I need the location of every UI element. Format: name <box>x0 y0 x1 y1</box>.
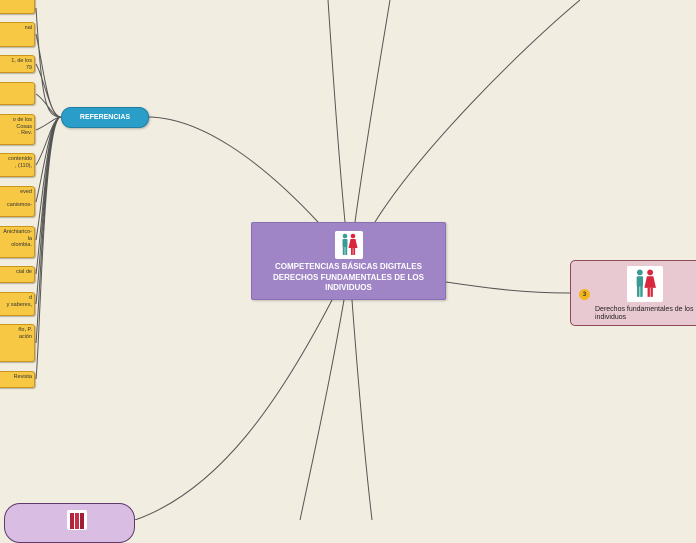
references-label: REFERENCIAS <box>79 114 131 121</box>
number-badge: 3 <box>579 289 590 300</box>
reference-note[interactable]: 1, de los 79 <box>0 55 35 73</box>
reference-note[interactable]: nal <box>0 22 35 47</box>
reference-note[interactable]: contenido , (110), <box>0 153 35 177</box>
books-icon <box>67 510 87 530</box>
reference-note[interactable]: Anichiarico- la olombia. <box>0 226 35 258</box>
reference-note[interactable]: d y saberes, <box>0 292 35 316</box>
reference-note[interactable]: o de los Cosas . Rev. <box>0 114 35 145</box>
reference-note[interactable] <box>0 82 35 105</box>
reference-note[interactable]: eved canismos- <box>0 186 35 217</box>
reference-note[interactable]: ño, P. ación <box>0 324 35 362</box>
topic-derechos-fundamentales[interactable]: 3 Derechos fundamentales de los individu… <box>570 260 696 326</box>
central-topic[interactable]: COMPETENCIAS BÁSICAS DIGITALES DERECHOS … <box>251 222 446 300</box>
reference-note[interactable]: cial de <box>0 266 35 283</box>
man-woman-icon <box>335 231 363 259</box>
topic-bottom-left[interactable] <box>4 503 135 543</box>
reference-note[interactable] <box>0 0 35 14</box>
topic-label: Derechos fundamentales de los individuos <box>595 306 694 321</box>
references-topic[interactable]: REFERENCIAS <box>61 107 149 128</box>
central-title: COMPETENCIAS BÁSICAS DIGITALES DERECHOS … <box>273 262 424 292</box>
man-woman-icon <box>627 266 663 302</box>
reference-note[interactable]: Revista <box>0 371 35 388</box>
